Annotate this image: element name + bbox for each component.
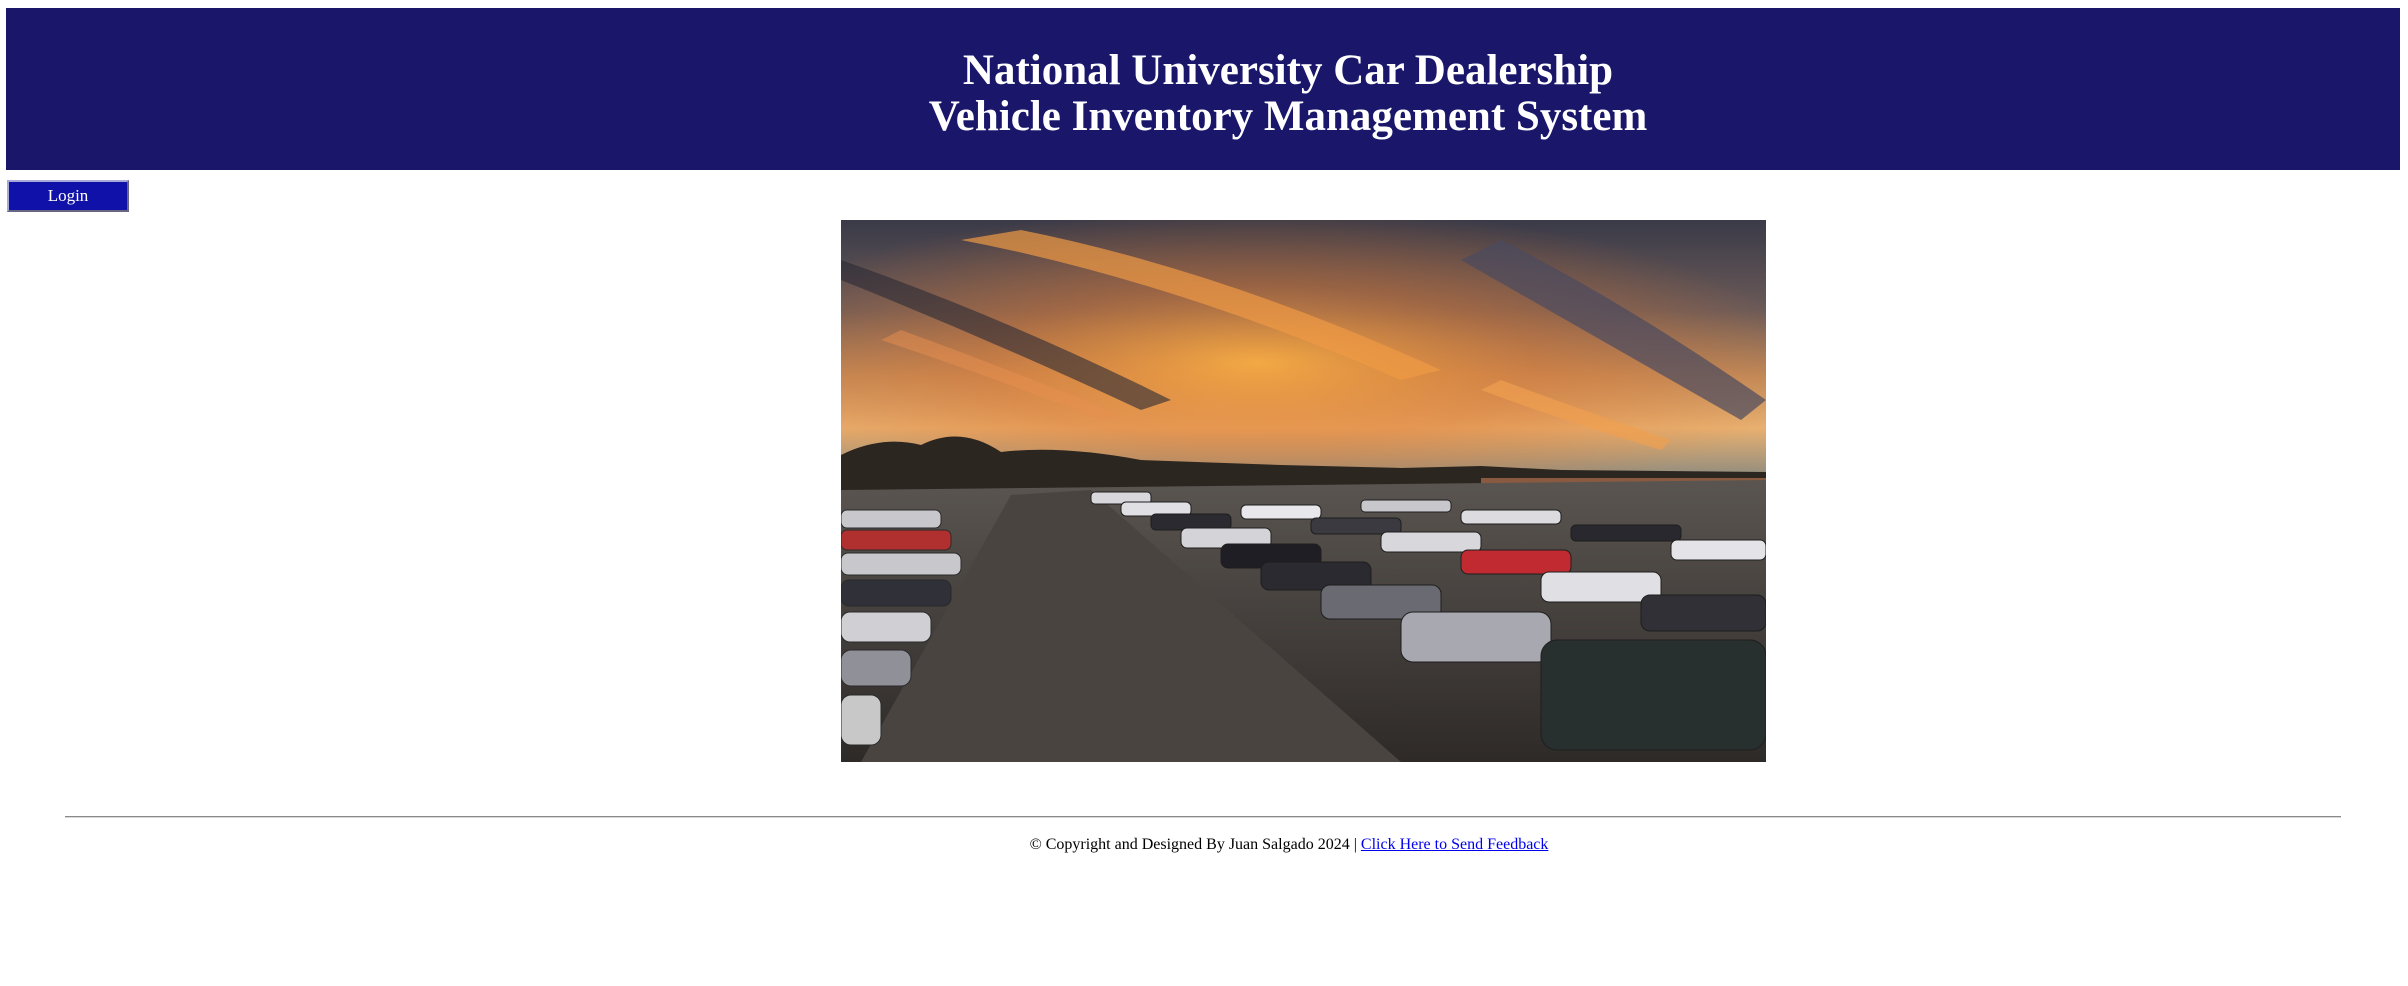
login-button[interactable]: Login bbox=[7, 180, 129, 212]
footer-divider bbox=[65, 816, 2341, 818]
hero-image-car-lot bbox=[841, 220, 1766, 762]
title-line-1: National University Car Dealership bbox=[962, 47, 1614, 94]
copyright-text: © Copyright and Designed By Juan Salgado… bbox=[1029, 836, 1361, 853]
title-line-2: Vehicle Inventory Management System bbox=[928, 93, 1648, 140]
site-footer: © Copyright and Designed By Juan Salgado… bbox=[0, 836, 2408, 854]
feedback-link[interactable]: Click Here to Send Feedback bbox=[1361, 836, 1549, 853]
site-header: National University Car Dealership Vehic… bbox=[6, 8, 2400, 170]
page-title: National University Car Dealership Vehic… bbox=[6, 48, 2400, 140]
